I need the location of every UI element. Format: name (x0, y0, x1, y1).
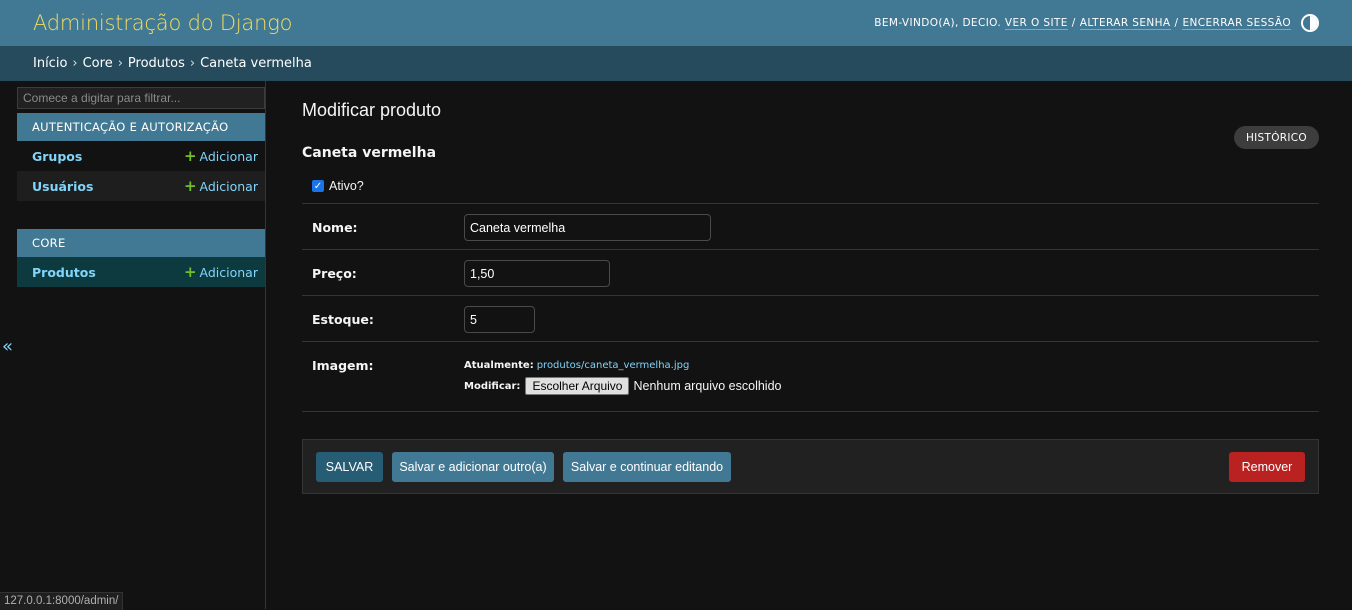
site-branding[interactable]: Administração do Django (33, 11, 292, 35)
preco-label: Preço: (312, 266, 357, 281)
current-file-label: Atualmente: (464, 360, 534, 371)
site-header: Administração do Django Bem-vindo(a), De… (0, 0, 1352, 46)
module-caption-auth[interactable]: Autenticação e Autorização (17, 113, 265, 141)
choose-file-button[interactable]: Escolher Arquivo (525, 377, 630, 395)
theme-toggle-icon[interactable] (1301, 14, 1319, 32)
current-file-line: Atualmente: produtos/caneta_vermelha.jpg (464, 360, 689, 371)
username: Decio. (962, 17, 1002, 29)
change-file-line: Modificar: Escolher Arquivo Nenhum arqui… (464, 377, 782, 395)
delete-button[interactable]: Remover (1229, 452, 1305, 482)
add-usuario-link[interactable]: + Adicionar (183, 176, 258, 195)
form-row-estoque: Estoque: 5 (302, 295, 1319, 341)
add-label: Adicionar (199, 264, 258, 280)
form-row-nome: Nome: Caneta vermelha (302, 203, 1319, 249)
module-caption-core[interactable]: Core (17, 229, 265, 257)
plus-icon: + (183, 176, 197, 195)
active-field: ✓ Ativo? (312, 179, 364, 193)
logout-link[interactable]: Encerrar sessão (1182, 17, 1291, 30)
breadcrumb-separator: › (72, 56, 78, 71)
imagem-label: Imagem: (312, 358, 374, 373)
user-tools: Bem-vindo(a), Decio. Ver o site / Altera… (874, 14, 1319, 32)
submit-row: Salvar Salvar e adicionar outro(a) Salva… (302, 439, 1319, 494)
separator: / (1174, 17, 1179, 29)
estoque-label: Estoque: (312, 312, 374, 327)
breadcrumb-produtos[interactable]: Produtos (128, 56, 185, 71)
active-label: Ativo? (329, 179, 364, 193)
nome-input[interactable]: Caneta vermelha (464, 214, 711, 241)
history-button[interactable]: Histórico (1233, 126, 1319, 149)
save-and-add-button[interactable]: Salvar e adicionar outro(a) (392, 452, 554, 482)
add-label: Adicionar (199, 148, 258, 164)
breadcrumb: Início › Core › Produtos › Caneta vermel… (0, 46, 1352, 81)
status-bar-url: 127.0.0.1:8000/admin/ (0, 592, 124, 610)
plus-icon: + (183, 262, 197, 281)
model-link-usuarios[interactable]: Usuários (32, 179, 93, 194)
estoque-input[interactable]: 5 (464, 306, 535, 333)
preco-input[interactable]: 1,50 (464, 260, 610, 287)
current-file-link[interactable]: produtos/caneta_vermelha.jpg (537, 360, 690, 371)
breadcrumb-separator: › (189, 56, 196, 71)
change-file-label: Modificar: (464, 380, 521, 392)
active-checkbox[interactable]: ✓ (312, 180, 324, 192)
object-name: Caneta vermelha (302, 145, 437, 161)
welcome-text: Bem-vindo(a), (874, 17, 959, 29)
view-site-link[interactable]: Ver o site (1004, 17, 1068, 30)
breadcrumb-core[interactable]: Core (83, 56, 113, 71)
add-produto-link[interactable]: + Adicionar (183, 262, 258, 281)
save-and-continue-button[interactable]: Salvar e continuar editando (563, 452, 731, 482)
sidebar-item-produtos: Produtos + Adicionar (17, 257, 265, 287)
no-file-text: Nenhum arquivo escolhido (633, 379, 782, 393)
nav-filter-input[interactable] (17, 87, 265, 109)
separator: / (1071, 17, 1076, 29)
form-row-preco: Preço: 1,50 (302, 249, 1319, 295)
model-link-grupos[interactable]: Grupos (32, 149, 82, 164)
model-link-produtos[interactable]: Produtos (32, 265, 96, 280)
main-content: Modificar produto Histórico Caneta verme… (302, 81, 1319, 609)
collapse-sidebar-icon[interactable]: « (2, 336, 13, 357)
add-label: Adicionar (199, 178, 258, 194)
save-button[interactable]: Salvar (316, 452, 383, 482)
nav-sidebar: Autenticação e Autorização Grupos + Adic… (17, 81, 266, 609)
sidebar-item-grupos: Grupos + Adicionar (17, 141, 265, 171)
add-grupo-link[interactable]: + Adicionar (183, 146, 258, 165)
breadcrumb-current: Caneta vermelha (200, 56, 312, 71)
breadcrumb-separator: › (117, 56, 123, 71)
breadcrumb-home[interactable]: Início (33, 56, 67, 71)
form-row-imagem: Imagem: Atualmente: produtos/caneta_verm… (302, 341, 1319, 412)
page-title: Modificar produto (302, 100, 442, 120)
sidebar-item-usuarios: Usuários + Adicionar (17, 171, 265, 201)
change-password-link[interactable]: Alterar senha (1079, 17, 1171, 30)
plus-icon: + (183, 146, 197, 165)
nome-label: Nome: (312, 220, 358, 235)
